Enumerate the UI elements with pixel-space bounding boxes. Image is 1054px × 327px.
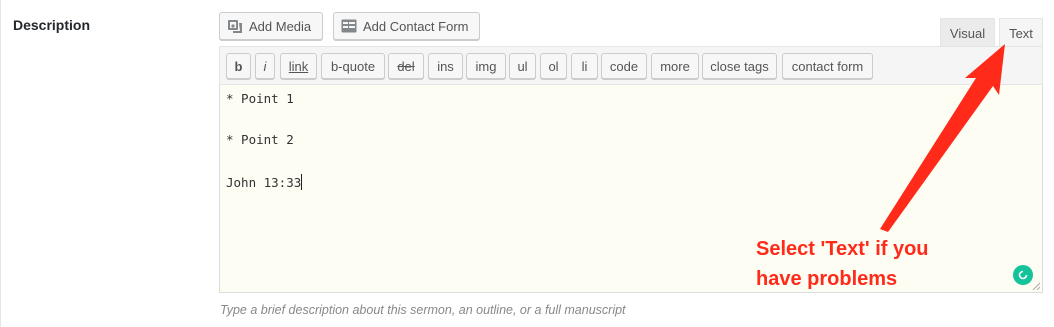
annotation-line-2: have problems (756, 268, 898, 290)
annotation-line-1: Select 'Text' if you (756, 238, 929, 260)
annotation-callout: Select 'Text' if you have problems (756, 234, 929, 294)
